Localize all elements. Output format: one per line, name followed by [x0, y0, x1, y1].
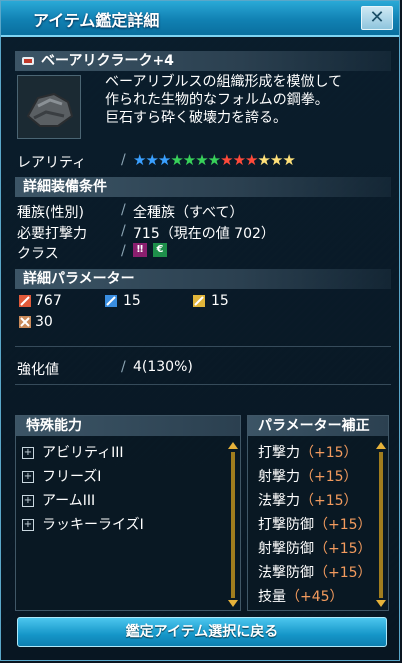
param-bonus-row: 打撃力（+15）: [258, 445, 358, 461]
item-image: [17, 75, 81, 139]
scroll-down-icon[interactable]: [228, 600, 238, 607]
expand-icon: +: [22, 519, 34, 531]
param-bonus-row: 打撃防御（+15）: [258, 517, 372, 533]
scroll-up-icon[interactable]: [376, 442, 386, 449]
requirements-header: 詳細装備条件: [15, 177, 391, 197]
scrollbar[interactable]: [231, 452, 235, 598]
return-to-selection-button[interactable]: 鑑定アイテム選択に戻る: [17, 617, 387, 647]
scrollbar[interactable]: [379, 452, 383, 598]
params-header: 詳細パラメーター: [15, 269, 391, 289]
grind-label: 強化値: [17, 362, 59, 378]
attack-value: 715（現在の値 702）: [133, 226, 275, 242]
expand-icon: +: [22, 471, 34, 483]
dex-stat-icon: [19, 316, 31, 328]
scroll-down-icon[interactable]: [376, 600, 386, 607]
attack-stat-icon: [19, 295, 31, 307]
ability-item[interactable]: + アームIII: [22, 490, 95, 510]
ability-item[interactable]: + ラッキーライズI: [22, 514, 144, 534]
abilities-panel: 特殊能力 + アビリティIII + フリーズI + アームIII + ラッキーライズI: [15, 415, 241, 611]
tech-stat-value: 15: [211, 293, 229, 309]
item-name-bar: ベーアリクラーク+4: [15, 51, 391, 71]
knuckle-icon: [22, 57, 34, 65]
tech-stat-icon: [193, 295, 205, 307]
expand-icon: +: [22, 495, 34, 507]
ability-item[interactable]: + アビリティIII: [22, 442, 124, 462]
rarity-stars: ★★★★★★★★★★★★★: [133, 151, 296, 169]
hunter-class-icon: ‼: [133, 243, 147, 257]
scroll-up-icon[interactable]: [228, 442, 238, 449]
item-appraisal-window: アイテム鑑定詳細 ✕ ベーアリクラーク+4 ベーアリブルスの組織形成を模倣して …: [0, 0, 400, 661]
param-bonus-panel: パラメーター補正 打撃力（+15） 射撃力（+15） 法撃力（+15） 打撃防御…: [247, 415, 389, 611]
window-title: アイテム鑑定詳細: [33, 11, 160, 30]
attack-label: 必要打撃力: [17, 226, 87, 242]
expand-icon: +: [22, 447, 34, 459]
rarity-label: レアリティ: [17, 155, 87, 171]
item-description: ベーアリブルスの組織形成を模倣して 作られた生物的なフォルムの鋼拳。 巨石すら砕…: [105, 74, 343, 126]
param-bonus-row: 射撃防御（+15）: [258, 541, 372, 557]
fighter-class-icon: €: [153, 243, 167, 257]
param-bonus-row: 法撃防御（+15）: [258, 565, 372, 581]
grind-value: 4(130%): [133, 359, 193, 375]
param-bonus-row: 法撃力（+15）: [258, 493, 358, 509]
race-label: 種族(性別): [17, 205, 84, 221]
param-bonus-row: 射撃力（+15）: [258, 469, 358, 485]
title-bar: アイテム鑑定詳細 ✕: [1, 1, 399, 37]
ability-item[interactable]: + フリーズI: [22, 466, 101, 486]
shoot-stat-value: 15: [123, 293, 141, 309]
abilities-header: 特殊能力: [16, 416, 240, 436]
class-label: クラス: [17, 246, 59, 262]
param-bonus-row: 技量（+45）: [258, 589, 344, 605]
close-button[interactable]: ✕: [361, 6, 393, 30]
attack-stat-value: 767: [35, 293, 62, 309]
param-bonus-header: パラメーター補正: [248, 416, 388, 436]
item-name: ベーアリクラーク+4: [41, 53, 174, 69]
race-value: 全種族（すべて）: [133, 205, 244, 221]
shoot-stat-icon: [105, 295, 117, 307]
dex-stat-value: 30: [35, 314, 53, 330]
